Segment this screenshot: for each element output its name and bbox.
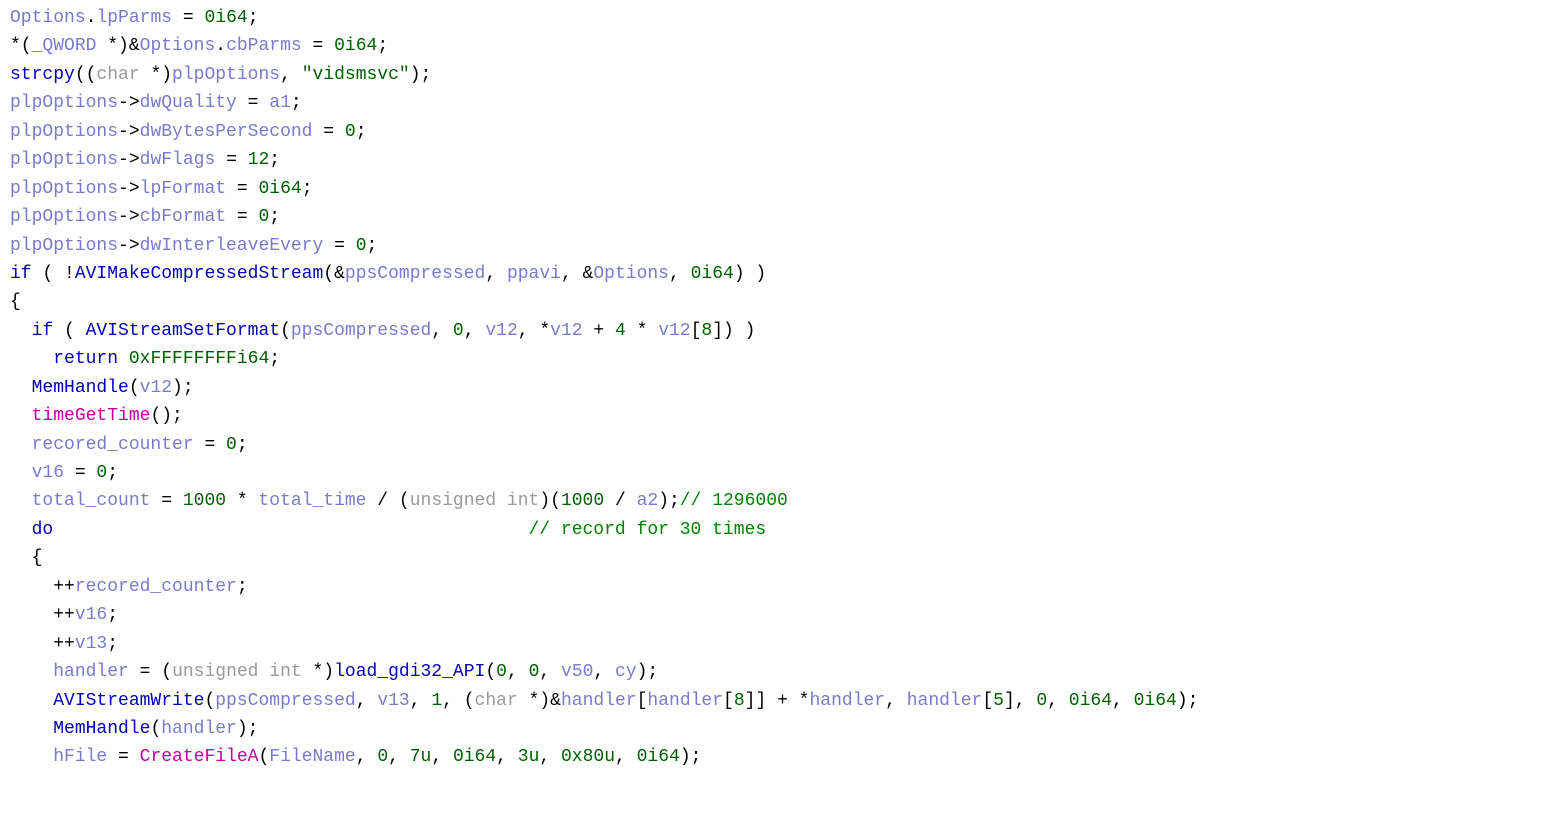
identifier: v13 xyxy=(377,691,409,711)
identifier: plpOptions xyxy=(172,65,280,85)
identifier: v50 xyxy=(561,662,593,682)
identifier: total_time xyxy=(258,491,366,511)
number: 1000 xyxy=(561,491,604,511)
member: dwInterleaveEvery xyxy=(140,236,324,256)
number: 1000 xyxy=(183,491,226,511)
type: unsigned int xyxy=(172,662,302,682)
number: 0xFFFFFFFFi64 xyxy=(129,349,269,369)
func-call: CreateFileA xyxy=(140,747,259,767)
type: char xyxy=(475,691,518,711)
keyword-if: if xyxy=(32,321,54,341)
identifier: v12 xyxy=(658,321,690,341)
number: 3u xyxy=(518,747,540,767)
identifier: Options xyxy=(140,36,216,56)
keyword-if: if xyxy=(10,264,32,284)
identifier: hFile xyxy=(53,747,107,767)
number: 8 xyxy=(701,321,712,341)
keyword-return: return xyxy=(53,349,118,369)
number: 0 xyxy=(453,321,464,341)
identifier: v13 xyxy=(75,634,107,654)
func-call: AVIStreamWrite xyxy=(53,691,204,711)
identifier: total_count xyxy=(32,491,151,511)
type: _QWORD xyxy=(32,36,97,56)
identifier: plpOptions xyxy=(10,207,118,227)
identifier: ppsCompressed xyxy=(345,264,485,284)
func-call: timeGetTime xyxy=(32,406,151,426)
func-call: load_gdi32_API xyxy=(334,662,485,682)
number: 0 xyxy=(496,662,507,682)
decompiled-code-block: Options.lpParms = 0i64; *(_QWORD *)&Opti… xyxy=(0,0,1560,772)
identifier: v12 xyxy=(140,378,172,398)
number: 7u xyxy=(410,747,432,767)
number: 0 xyxy=(258,207,269,227)
number: 0i64 xyxy=(204,8,247,28)
number: 0 xyxy=(1036,691,1047,711)
identifier: plpOptions xyxy=(10,122,118,142)
identifier: plpOptions xyxy=(10,236,118,256)
identifier: Options xyxy=(593,264,669,284)
identifier: v12 xyxy=(485,321,517,341)
number: 0 xyxy=(377,747,388,767)
identifier: ppsCompressed xyxy=(291,321,431,341)
identifier: a1 xyxy=(269,93,291,113)
number: 0i64 xyxy=(258,179,301,199)
number: 0x80u xyxy=(561,747,615,767)
identifier: v16 xyxy=(32,463,64,483)
number: 1 xyxy=(431,691,442,711)
identifier: handler xyxy=(809,691,885,711)
identifier: plpOptions xyxy=(10,179,118,199)
number: 0i64 xyxy=(1134,691,1177,711)
number: 0i64 xyxy=(334,36,377,56)
func-call: strcpy xyxy=(10,65,75,85)
comment: // 1296000 xyxy=(680,491,788,511)
member: cbFormat xyxy=(140,207,226,227)
func-call: MemHandle xyxy=(32,378,129,398)
number: 4 xyxy=(615,321,626,341)
identifier: v16 xyxy=(75,605,107,625)
identifier: cy xyxy=(615,662,637,682)
number: 0i64 xyxy=(637,747,680,767)
number: 0i64 xyxy=(1069,691,1112,711)
identifier: handler xyxy=(161,719,237,739)
identifier: plpOptions xyxy=(10,150,118,170)
identifier: ppavi xyxy=(507,264,561,284)
number: 8 xyxy=(734,691,745,711)
identifier: handler xyxy=(907,691,983,711)
comment: // record for 30 times xyxy=(529,520,767,540)
number: 0 xyxy=(529,662,540,682)
number: 0 xyxy=(226,435,237,455)
member: dwBytesPerSecond xyxy=(140,122,313,142)
keyword-do: do xyxy=(32,520,54,540)
number: 5 xyxy=(993,691,1004,711)
identifier: handler xyxy=(647,691,723,711)
func-call: AVIStreamSetFormat xyxy=(86,321,280,341)
func-call: MemHandle xyxy=(53,719,150,739)
identifier: recored_counter xyxy=(32,435,194,455)
identifier: v12 xyxy=(550,321,582,341)
member: lpParms xyxy=(96,8,172,28)
string-literal: "vidsmsvc" xyxy=(302,65,410,85)
member: cbParms xyxy=(226,36,302,56)
identifier: plpOptions xyxy=(10,93,118,113)
identifier: FileName xyxy=(269,747,355,767)
number: 0i64 xyxy=(691,264,734,284)
func-call: AVIMakeCompressedStream xyxy=(75,264,323,284)
number: 0 xyxy=(356,236,367,256)
type: unsigned int xyxy=(410,491,540,511)
identifier: a2 xyxy=(637,491,659,511)
identifier: ppsCompressed xyxy=(215,691,355,711)
member: dwQuality xyxy=(140,93,237,113)
member: lpFormat xyxy=(140,179,226,199)
number: 0i64 xyxy=(453,747,496,767)
identifier: handler xyxy=(561,691,637,711)
identifier: handler xyxy=(53,662,129,682)
number: 0 xyxy=(345,122,356,142)
identifier: Options xyxy=(10,8,86,28)
number: 0 xyxy=(96,463,107,483)
number: 12 xyxy=(248,150,270,170)
identifier: recored_counter xyxy=(75,577,237,597)
type: char xyxy=(96,65,139,85)
member: dwFlags xyxy=(140,150,216,170)
